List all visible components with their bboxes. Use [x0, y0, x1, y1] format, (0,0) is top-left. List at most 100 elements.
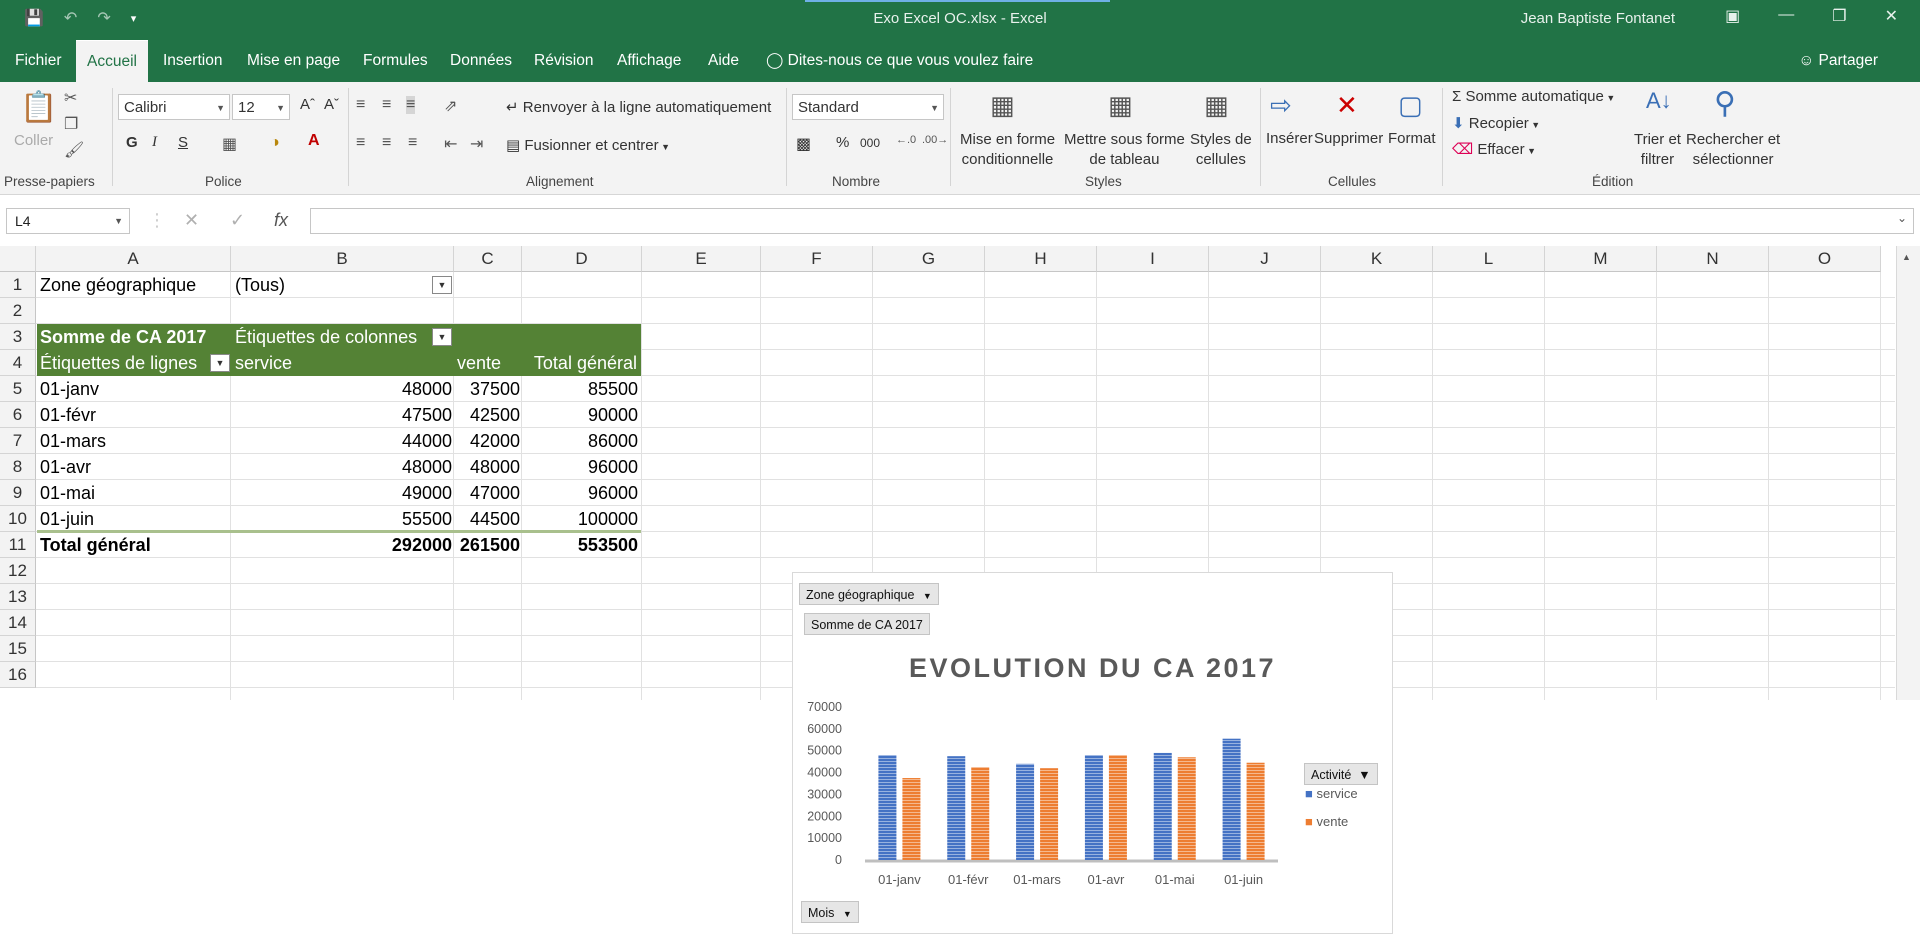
row-filter-dropdown-icon[interactable]: ▼: [210, 354, 230, 372]
row-header-3[interactable]: 3: [0, 324, 36, 350]
conditional-formatting-icon[interactable]: ▦: [990, 90, 1015, 121]
bar-service-01-janv[interactable]: [878, 755, 897, 860]
vertical-scrollbar[interactable]: ▲: [1896, 246, 1920, 700]
format-cells-button[interactable]: Format: [1388, 130, 1436, 147]
row-header-15[interactable]: 15: [0, 636, 36, 662]
pivot-cell-total[interactable]: 85500: [522, 376, 638, 402]
column-header-j[interactable]: J: [1209, 246, 1321, 272]
pivot-cell-vente[interactable]: 42000: [454, 428, 520, 454]
column-header-h[interactable]: H: [985, 246, 1097, 272]
insert-cells-button[interactable]: Insérer: [1266, 130, 1313, 147]
cut-icon[interactable]: ✂: [64, 88, 77, 108]
pivot-filter-dropdown-icon[interactable]: ▼: [432, 276, 452, 294]
row-header-2[interactable]: 2: [0, 298, 36, 324]
column-header-l[interactable]: L: [1433, 246, 1545, 272]
cell-styles-icon[interactable]: ▦: [1204, 90, 1229, 121]
paste-icon[interactable]: 📋: [20, 90, 57, 125]
column-filter-icon[interactable]: ▼: [432, 328, 452, 346]
decrease-decimal-icon[interactable]: .00→: [922, 134, 948, 146]
row-header-14[interactable]: 14: [0, 610, 36, 636]
bar-service-01-juin[interactable]: [1222, 738, 1241, 860]
name-box[interactable]: L4 ▼: [6, 208, 130, 234]
format-painter-icon[interactable]: 🖌: [64, 140, 84, 160]
row-header-13[interactable]: 13: [0, 584, 36, 610]
bar-vente-01-mai[interactable]: [1177, 757, 1196, 860]
row-header-8[interactable]: 8: [0, 454, 36, 480]
delete-cells-icon[interactable]: ✕: [1336, 90, 1358, 121]
currency-icon[interactable]: ▩: [796, 134, 811, 154]
pivot-filter-value[interactable]: (Tous): [235, 272, 285, 298]
row-header-4[interactable]: 4: [0, 350, 36, 376]
bar-vente-01-avr[interactable]: [1108, 755, 1127, 860]
tab-fichier[interactable]: Fichier: [15, 40, 62, 82]
orientation-icon[interactable]: ⇗: [444, 96, 457, 116]
expand-formula-icon[interactable]: ⌄: [1897, 211, 1907, 225]
bar-service-01-févr[interactable]: [947, 756, 966, 860]
worksheet-grid[interactable]: ABCDEFGHIJKLMNO 1 2 3 4 5 6 7 8 9 10 11 12 13 14 15 16 …: [0, 246, 1895, 934]
pivot-row-label[interactable]: 01-avr: [40, 454, 91, 480]
pivot-cell-service[interactable]: 48000: [232, 376, 452, 402]
fill-color-icon[interactable]: ◑: [270, 134, 280, 152]
align-bottom-icon[interactable]: ≡: [406, 96, 416, 114]
pivot-column-labels[interactable]: Étiquettes de colonnes: [235, 324, 417, 350]
share-button[interactable]: ☺ Partager: [1798, 40, 1878, 82]
tab-affichage[interactable]: Affichage: [617, 40, 681, 82]
header-total[interactable]: Total général: [527, 350, 637, 376]
grand-total-service[interactable]: 292000: [232, 532, 452, 558]
tab-formules[interactable]: Formules: [363, 40, 428, 82]
pivot-cell-vente[interactable]: 37500: [454, 376, 520, 402]
column-header-n[interactable]: N: [1657, 246, 1769, 272]
maximize-icon[interactable]: ❐: [1832, 6, 1846, 26]
pivot-filter-label[interactable]: Zone géographique: [40, 272, 196, 298]
axis-field-button[interactable]: Mois ▼: [801, 901, 859, 923]
align-right-icon[interactable]: ≡: [408, 134, 417, 152]
fill-button[interactable]: ⬇ Recopier ▼: [1452, 114, 1540, 132]
pivot-cell-total[interactable]: 86000: [522, 428, 638, 454]
insert-cells-icon[interactable]: ⇨: [1270, 90, 1292, 121]
grand-total-total[interactable]: 553500: [522, 532, 638, 558]
thousands-button[interactable]: 000: [860, 136, 880, 150]
pivot-row-label[interactable]: 01-févr: [40, 402, 96, 428]
pivot-cell-service[interactable]: 44000: [232, 428, 452, 454]
pivot-cell-vente[interactable]: 48000: [454, 454, 520, 480]
underline-button[interactable]: S: [178, 134, 188, 151]
bold-button[interactable]: G: [126, 134, 138, 151]
bar-service-01-mars[interactable]: [1016, 763, 1035, 860]
bar-vente-01-févr[interactable]: [971, 767, 990, 860]
tab-accueil[interactable]: Accueil: [76, 40, 148, 83]
pivot-cell-total[interactable]: 96000: [522, 480, 638, 506]
font-color-icon[interactable]: A: [308, 132, 320, 150]
row-header-16[interactable]: 16: [0, 662, 36, 688]
header-service[interactable]: service: [235, 350, 292, 376]
row-header-7[interactable]: 7: [0, 428, 36, 454]
row-header-6[interactable]: 6: [0, 402, 36, 428]
percent-button[interactable]: %: [836, 134, 849, 151]
wrap-text-button[interactable]: ↵ Renvoyer à la ligne automatiquement: [506, 98, 771, 116]
pivot-cell-total[interactable]: 90000: [522, 402, 638, 428]
tab-aide[interactable]: Aide: [708, 40, 739, 82]
copy-icon[interactable]: ❐: [64, 114, 78, 134]
pivot-cell-vente[interactable]: 47000: [454, 480, 520, 506]
tell-me-search[interactable]: ◯ Dites-nous ce que vous voulez faire: [766, 40, 1033, 82]
column-header-d[interactable]: D: [522, 246, 642, 272]
decrease-indent-icon[interactable]: ⇤: [444, 134, 457, 154]
header-vente[interactable]: vente: [457, 350, 501, 376]
row-header-9[interactable]: 9: [0, 480, 36, 506]
column-header-c[interactable]: C: [454, 246, 522, 272]
formula-input[interactable]: ⌄: [310, 208, 1914, 234]
grand-total-label[interactable]: Total général: [40, 532, 151, 558]
row-header-12[interactable]: 12: [0, 558, 36, 584]
increase-font-icon[interactable]: Aˆ: [300, 96, 315, 113]
column-header-m[interactable]: M: [1545, 246, 1657, 272]
pivot-cell-vente[interactable]: 42500: [454, 402, 520, 428]
bar-vente-01-juin[interactable]: [1246, 762, 1265, 860]
clear-button[interactable]: ⌫ Effacer ▼: [1452, 140, 1536, 158]
pivot-row-label[interactable]: 01-juin: [40, 506, 94, 532]
column-header-i[interactable]: I: [1097, 246, 1209, 272]
format-cells-icon[interactable]: ▢: [1398, 90, 1423, 121]
tab-revision[interactable]: Révision: [534, 40, 593, 82]
pivot-cell-total[interactable]: 100000: [522, 506, 638, 532]
row-header-5[interactable]: 5: [0, 376, 36, 402]
row-header-11[interactable]: 11: [0, 532, 36, 558]
row-header-10[interactable]: 10: [0, 506, 36, 532]
